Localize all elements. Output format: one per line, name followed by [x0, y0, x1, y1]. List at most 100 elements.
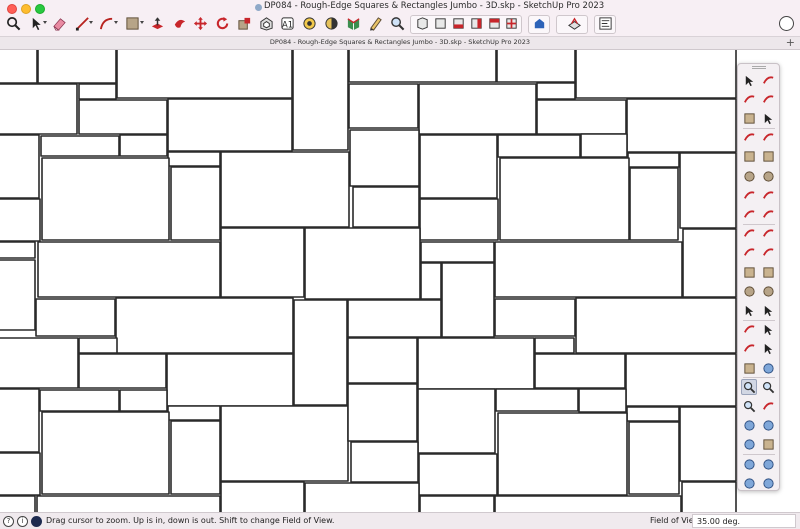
protractor-icon[interactable]	[344, 14, 362, 32]
scale-icon[interactable]	[235, 14, 253, 32]
solid-tools-icon[interactable]	[760, 283, 776, 299]
minimize-window-button[interactable]	[21, 4, 31, 14]
right-view-icon[interactable]	[467, 14, 485, 32]
stone-block	[625, 353, 737, 407]
stone-block	[37, 241, 221, 298]
text-icon[interactable]	[760, 322, 776, 338]
tape-measure-icon[interactable]	[741, 302, 757, 318]
move-icon[interactable]	[191, 14, 209, 32]
circle-icon[interactable]	[741, 168, 757, 184]
line-icon[interactable]	[741, 130, 757, 146]
zoom-icon[interactable]	[388, 14, 406, 32]
large-tool-set-palette	[737, 63, 780, 491]
document-proxy-icon[interactable]	[255, 4, 262, 11]
measurements-field[interactable]: 35.00 deg.	[692, 514, 796, 528]
two-point-arc-icon[interactable]	[760, 187, 776, 203]
rotated-rectangle-icon[interactable]	[760, 149, 776, 165]
help-icon[interactable]: ?	[3, 516, 14, 527]
search-icon[interactable]	[4, 14, 22, 32]
chevron-down-icon[interactable]	[43, 21, 47, 24]
rectangle-icon[interactable]	[123, 14, 141, 32]
drape-icon[interactable]	[760, 475, 776, 491]
tag-icon[interactable]	[760, 110, 776, 126]
eraser-icon[interactable]	[760, 91, 776, 107]
push-pull-icon[interactable]	[760, 226, 776, 242]
eraser-icon[interactable]	[50, 14, 68, 32]
rotate-icon[interactable]	[741, 245, 757, 261]
component-icon[interactable]	[741, 110, 757, 126]
close-window-button[interactable]	[7, 4, 17, 14]
polygon-icon[interactable]	[760, 168, 776, 184]
stone-block	[350, 441, 419, 483]
left-view-icon[interactable]	[502, 14, 520, 32]
zoom-icon[interactable]	[741, 379, 757, 396]
look-around-icon[interactable]	[760, 418, 776, 434]
arc-icon[interactable]	[741, 187, 757, 203]
stone-block	[0, 337, 79, 389]
offset-icon[interactable]	[760, 264, 776, 280]
protractor-icon[interactable]	[741, 322, 757, 338]
text-icon[interactable]	[322, 14, 340, 32]
stamp-icon[interactable]	[741, 475, 757, 491]
chevron-down-icon[interactable]	[89, 21, 93, 24]
stone-block	[494, 298, 576, 337]
previous-view-icon[interactable]	[760, 398, 776, 414]
palette-drag-handle[interactable]	[752, 66, 766, 69]
tape-icon[interactable]	[300, 14, 318, 32]
pie-icon[interactable]	[760, 206, 776, 222]
3d-text-icon[interactable]	[760, 341, 776, 357]
user-icon[interactable]	[31, 516, 42, 527]
stone-block	[35, 298, 116, 337]
follow-me-icon[interactable]	[760, 245, 776, 261]
front-view-icon[interactable]	[449, 14, 467, 32]
scale-icon[interactable]	[741, 264, 757, 280]
top-view-icon[interactable]	[431, 14, 449, 32]
section-plane-icon[interactable]	[741, 360, 757, 376]
stone-block	[41, 411, 170, 495]
profile-icon[interactable]	[779, 16, 794, 31]
offset-icon[interactable]	[257, 14, 275, 32]
three-point-arc-icon[interactable]	[741, 206, 757, 222]
iso-view-icon[interactable]	[413, 14, 431, 32]
rectangle-icon[interactable]	[741, 149, 757, 165]
push-pull-icon[interactable]	[148, 14, 166, 32]
chevron-down-icon[interactable]	[140, 21, 144, 24]
move-icon[interactable]	[741, 226, 757, 242]
smoove-icon[interactable]	[760, 456, 776, 472]
arc-icon[interactable]	[97, 14, 115, 32]
info-icon[interactable]: i	[17, 516, 28, 527]
freehand-icon[interactable]	[760, 130, 776, 146]
zoom-window-button[interactable]	[35, 4, 45, 14]
axes-icon[interactable]	[741, 341, 757, 357]
paint-bucket-icon[interactable]	[741, 91, 757, 107]
document-tab[interactable]: DP084 - Rough-Edge Squares & Rectangles …	[0, 38, 800, 46]
zoom-extents-icon[interactable]	[741, 398, 757, 414]
walk-through-icon[interactable]	[741, 437, 757, 453]
document-tab-bar: DP084 - Rough-Edge Squares & Rectangles …	[0, 36, 800, 50]
zoom-window-icon[interactable]	[760, 379, 776, 395]
back-view-icon[interactable]	[485, 14, 503, 32]
section-icon[interactable]	[366, 14, 384, 32]
select-icon[interactable]	[741, 72, 757, 88]
warehouse-icon[interactable]	[530, 14, 548, 32]
position-camera-icon[interactable]	[741, 418, 757, 434]
stone-block	[679, 406, 737, 482]
status-bar: ? i Drag cursor to zoom. Up is in, down …	[0, 512, 800, 529]
dimension-icon[interactable]	[760, 302, 776, 318]
stone-block	[626, 98, 737, 153]
outer-shell-icon[interactable]	[741, 283, 757, 299]
add-tab-button[interactable]: +	[786, 36, 795, 49]
stone-block	[292, 50, 349, 151]
model-viewport[interactable]	[0, 50, 800, 512]
stone-block	[578, 388, 627, 413]
extension-warehouse-icon[interactable]	[565, 14, 583, 32]
paint-icon[interactable]	[170, 14, 188, 32]
section-display-icon[interactable]	[760, 437, 776, 453]
orbit-icon[interactable]	[760, 72, 776, 88]
follow-me-icon[interactable]: A1	[278, 14, 296, 32]
sandbox-icon[interactable]	[741, 456, 757, 472]
rotate-icon[interactable]	[213, 14, 231, 32]
chevron-down-icon[interactable]	[114, 21, 118, 24]
walk-icon[interactable]	[760, 360, 776, 376]
layout-icon[interactable]	[596, 14, 614, 32]
